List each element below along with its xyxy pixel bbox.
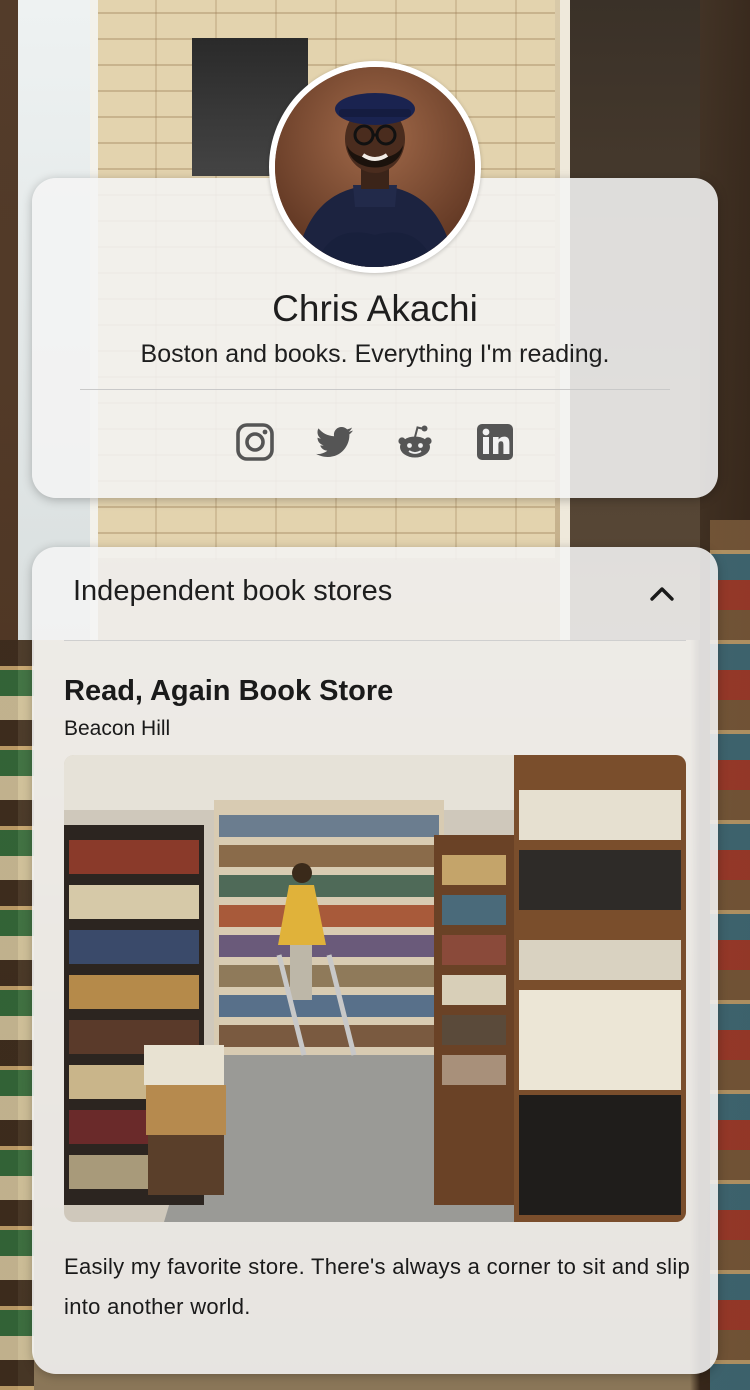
divider — [80, 389, 670, 390]
twitter-icon — [316, 427, 353, 457]
avatar-photo — [275, 67, 475, 267]
twitter-link[interactable] — [315, 422, 355, 462]
bookstores-card: Independent book stores Read, Again Book… — [32, 547, 718, 1374]
linkedin-link[interactable] — [475, 422, 515, 462]
reddit-link[interactable] — [395, 422, 435, 462]
section-header[interactable]: Independent book stores — [32, 547, 718, 641]
store-description: Easily my favorite store. There's always… — [64, 1254, 691, 1319]
profile-bio: Boston and books. Everything I'm reading… — [140, 340, 610, 368]
reddit-icon — [398, 425, 432, 458]
avatar — [269, 61, 481, 273]
instagram-icon — [236, 423, 274, 461]
chevron-up-icon — [650, 587, 674, 601]
section-title: Independent book stores — [73, 575, 393, 607]
divider — [64, 640, 686, 641]
store-photo — [64, 755, 686, 1222]
collapse-toggle[interactable] — [648, 580, 676, 608]
instagram-link[interactable] — [235, 422, 275, 462]
linkedin-icon — [477, 424, 513, 460]
profile-name: Chris Akachi — [272, 288, 478, 329]
bookshelf-left — [0, 640, 34, 1390]
social-links — [32, 422, 718, 462]
store-name: Read, Again Book Store — [64, 675, 394, 707]
bookstore-interior-image — [64, 755, 686, 1222]
store-location: Beacon Hill — [64, 717, 171, 740]
